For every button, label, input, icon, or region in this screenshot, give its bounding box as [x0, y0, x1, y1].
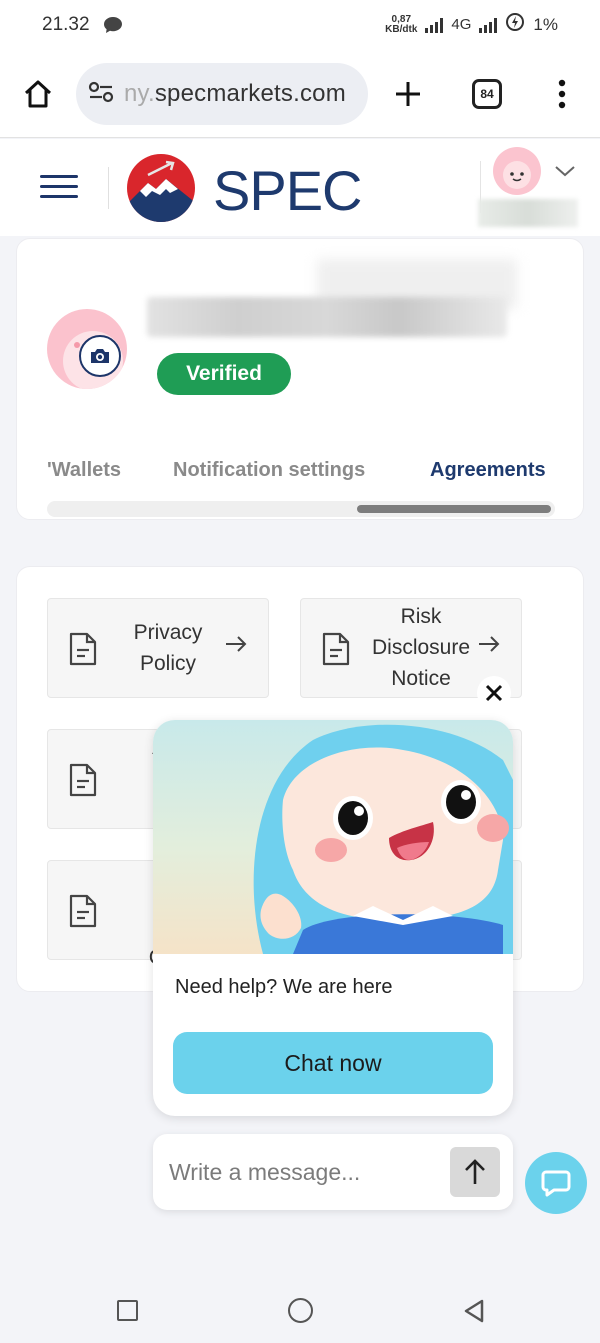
- chat-popup: Need help? We are here Chat now: [153, 720, 513, 1116]
- address-bar[interactable]: ny.specmarkets.com: [76, 63, 368, 125]
- tabs-scrollbar[interactable]: [47, 501, 555, 517]
- home-nav-icon[interactable]: [288, 1298, 313, 1323]
- tab-wallets[interactable]: 'Wallets: [47, 459, 121, 482]
- status-bar: 21.32 0,87 KB/dtk 4G 1%: [0, 0, 600, 52]
- close-icon[interactable]: [477, 676, 511, 710]
- home-icon[interactable]: [22, 78, 54, 115]
- profile-tabs: 'Wallets Notification settings Agreement…: [47, 459, 567, 489]
- network-type: 4G: [451, 16, 472, 33]
- battery-saver-icon: [505, 12, 525, 37]
- url-text: ny.specmarkets.com: [124, 80, 346, 107]
- signal-icon-2: [479, 17, 498, 33]
- chat-bubble-icon[interactable]: [525, 1152, 587, 1214]
- status-time: 21.32: [42, 14, 90, 35]
- verified-badge: Verified: [157, 353, 291, 395]
- site-header: SPEC: [0, 139, 600, 236]
- recent-apps-icon[interactable]: [117, 1300, 138, 1321]
- arrow-right-icon: [477, 635, 501, 658]
- hamburger-menu-icon[interactable]: [40, 175, 78, 205]
- chat-now-button[interactable]: Chat now: [173, 1032, 493, 1094]
- message-notification-icon: [103, 16, 123, 39]
- tab-notification-settings[interactable]: Notification settings: [173, 459, 365, 482]
- spec-logo-icon[interactable]: [126, 153, 196, 228]
- profile-card: Verified 'Wallets Notification settings …: [16, 238, 584, 520]
- document-icon: [68, 631, 98, 672]
- tab-agreements[interactable]: Agreements: [430, 459, 546, 482]
- divider: [108, 167, 109, 209]
- message-input[interactable]: [169, 1154, 439, 1190]
- battery-percentage: 1%: [533, 14, 558, 34]
- more-menu-icon[interactable]: [556, 79, 568, 114]
- document-icon: [68, 893, 98, 934]
- site-settings-icon[interactable]: [88, 81, 114, 108]
- tab-switcher-button[interactable]: 84: [472, 79, 502, 109]
- chat-help-text: Need help? We are here: [175, 976, 393, 998]
- scrollbar-thumb[interactable]: [357, 505, 551, 513]
- brand-name: SPEC: [213, 159, 362, 222]
- new-tab-icon[interactable]: [392, 78, 424, 115]
- document-label: Risk Disclosure Notice: [371, 605, 471, 690]
- back-icon[interactable]: [462, 1298, 486, 1329]
- chevron-down-icon[interactable]: [554, 164, 576, 183]
- redacted-user-name: [147, 297, 507, 337]
- document-icon: [321, 631, 351, 672]
- document-icon: [68, 762, 98, 803]
- arrow-right-icon: [224, 635, 248, 658]
- camera-icon[interactable]: [79, 335, 121, 377]
- document-tile-privacy-policy[interactable]: Privacy Policy: [47, 598, 269, 698]
- document-label: Privacy Policy: [133, 621, 203, 675]
- signal-icon: [425, 17, 444, 33]
- user-avatar[interactable]: [493, 147, 541, 195]
- redacted-area: [478, 199, 578, 227]
- message-composer: [153, 1134, 513, 1210]
- send-arrow-icon[interactable]: [450, 1147, 500, 1197]
- browser-toolbar: ny.specmarkets.com 84: [0, 52, 600, 138]
- system-navigation-bar: [0, 1270, 600, 1343]
- mascot-illustration: [153, 720, 513, 954]
- network-speed: 0,87 KB/dtk: [385, 13, 418, 35]
